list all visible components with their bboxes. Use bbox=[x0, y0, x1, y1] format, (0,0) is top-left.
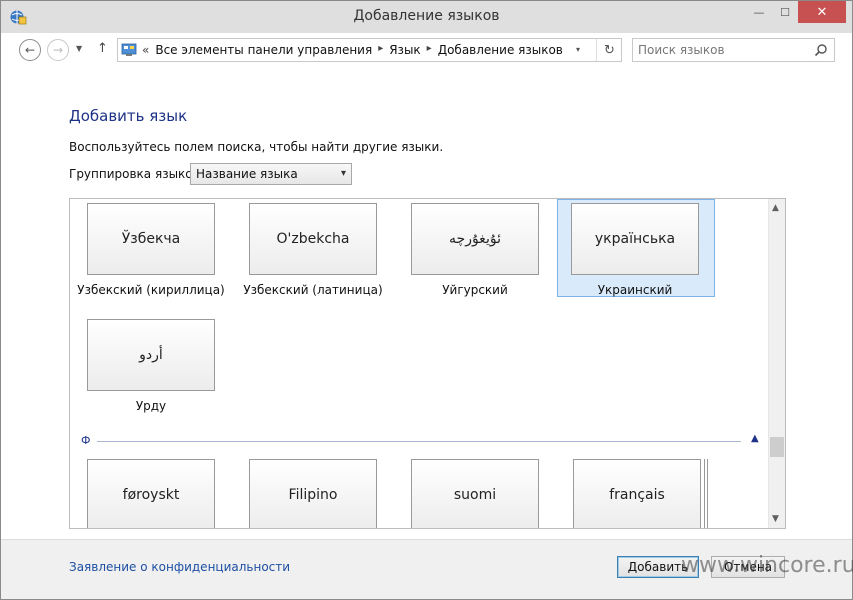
language-native-name: ئۇيغۇرچە bbox=[411, 203, 539, 275]
language-name: Узбекский (латиница) bbox=[243, 283, 383, 297]
language-name: Урду bbox=[135, 399, 167, 413]
language-native-name: føroyskt bbox=[87, 459, 215, 528]
window-title: Добавление языков bbox=[353, 8, 500, 24]
breadcrumb: « Все элементы панели управления ▸ Язык … bbox=[142, 43, 563, 57]
title-bar: Добавление языков — ☐ ✕ bbox=[1, 1, 852, 33]
add-button[interactable]: Добавить bbox=[617, 556, 699, 578]
scroll-down-button[interactable]: ▼ bbox=[772, 514, 779, 524]
minimize-button[interactable]: — bbox=[746, 1, 772, 23]
up-button[interactable]: ↑ bbox=[97, 41, 108, 56]
address-history-dropdown[interactable]: ▾ bbox=[576, 45, 580, 54]
control-panel-icon bbox=[121, 43, 137, 56]
breadcrumb-add-languages[interactable]: Добавление языков bbox=[438, 43, 563, 57]
breadcrumb-overflow[interactable]: « bbox=[142, 43, 149, 57]
section-letter[interactable]: Ф bbox=[81, 434, 90, 447]
grouping-select-value: Название языка bbox=[196, 167, 298, 181]
privacy-statement-link[interactable]: Заявление о конфиденциальности bbox=[69, 560, 290, 574]
language-tile-selected[interactable]: українська Украинский bbox=[554, 199, 716, 299]
language-native-name: suomi bbox=[411, 459, 539, 528]
language-native-name: أردو bbox=[87, 319, 215, 391]
language-tile[interactable]: أردو Урду bbox=[70, 315, 232, 415]
language-name: Украинский bbox=[597, 283, 673, 297]
address-bar[interactable]: « Все элементы панели управления ▸ Язык … bbox=[117, 38, 622, 62]
add-languages-window: Добавление языков — ☐ ✕ ← → ▼ ↑ « Все эл… bbox=[0, 0, 853, 600]
forward-button[interactable]: → bbox=[47, 39, 69, 61]
footer: Заявление о конфиденциальности Добавить … bbox=[1, 539, 853, 599]
scroll-thumb[interactable] bbox=[770, 437, 784, 457]
language-list: Ўзбекча Узбекский (кириллица) O'zbekcha … bbox=[69, 198, 786, 529]
recent-pages-dropdown[interactable]: ▼ bbox=[76, 44, 82, 53]
main-content: Добавить язык Воспользуйтесь полем поиск… bbox=[1, 67, 852, 539]
search-input[interactable] bbox=[638, 42, 808, 58]
scroll-up-button[interactable]: ▲ bbox=[772, 203, 779, 213]
language-native-name: Ўзбекча bbox=[87, 203, 215, 275]
page-description: Воспользуйтесь полем поиска, чтобы найти… bbox=[69, 140, 444, 154]
navigation-bar: ← → ▼ ↑ « Все элементы панели управления… bbox=[1, 33, 852, 67]
language-tile[interactable]: føroyskt bbox=[70, 455, 232, 528]
breadcrumb-control-panel[interactable]: Все элементы панели управления bbox=[155, 43, 372, 57]
grouping-label: Группировка языков: bbox=[69, 167, 204, 181]
search-icon[interactable] bbox=[814, 43, 828, 57]
breadcrumb-language[interactable]: Язык bbox=[389, 43, 420, 57]
back-button[interactable]: ← bbox=[19, 39, 41, 61]
breadcrumb-separator[interactable]: ▸ bbox=[427, 43, 432, 57]
page-title: Добавить язык bbox=[69, 107, 188, 125]
language-tile-group[interactable]: français bbox=[556, 455, 718, 528]
tile-stack-edge bbox=[707, 459, 708, 528]
refresh-button[interactable]: ↻ bbox=[596, 39, 622, 61]
language-native-name: français bbox=[573, 459, 701, 528]
grouping-select[interactable]: Название языка ▾ bbox=[190, 163, 352, 185]
language-tile[interactable]: O'zbekcha Узбекский (латиница) bbox=[232, 199, 394, 299]
vertical-scrollbar[interactable]: ▲ ▼ bbox=[768, 199, 785, 528]
cancel-button[interactable]: Отмена bbox=[711, 556, 785, 578]
language-native-name: O'zbekcha bbox=[249, 203, 377, 275]
language-native-name: Filipino bbox=[249, 459, 377, 528]
language-name: Узбекский (кириллица) bbox=[77, 283, 225, 297]
chevron-up-icon[interactable]: ▲ bbox=[751, 433, 759, 444]
chevron-down-icon: ▾ bbox=[340, 168, 346, 179]
language-tile[interactable]: Ўзбекча Узбекский (кириллица) bbox=[70, 199, 232, 299]
language-native-name: українська bbox=[571, 203, 699, 275]
close-button[interactable]: ✕ bbox=[798, 1, 846, 23]
tile-stack-edge bbox=[704, 459, 705, 528]
search-box[interactable] bbox=[632, 38, 835, 62]
language-name: Уйгурский bbox=[442, 283, 508, 297]
language-tile[interactable]: suomi bbox=[394, 455, 556, 528]
breadcrumb-separator[interactable]: ▸ bbox=[378, 43, 383, 57]
language-tile[interactable]: ئۇيغۇرچە Уйгурский bbox=[394, 199, 556, 299]
section-divider bbox=[97, 441, 741, 442]
maximize-button[interactable]: ☐ bbox=[772, 1, 798, 23]
language-tile[interactable]: Filipino bbox=[232, 455, 394, 528]
section-header-f: Ф ▲ bbox=[81, 433, 761, 448]
